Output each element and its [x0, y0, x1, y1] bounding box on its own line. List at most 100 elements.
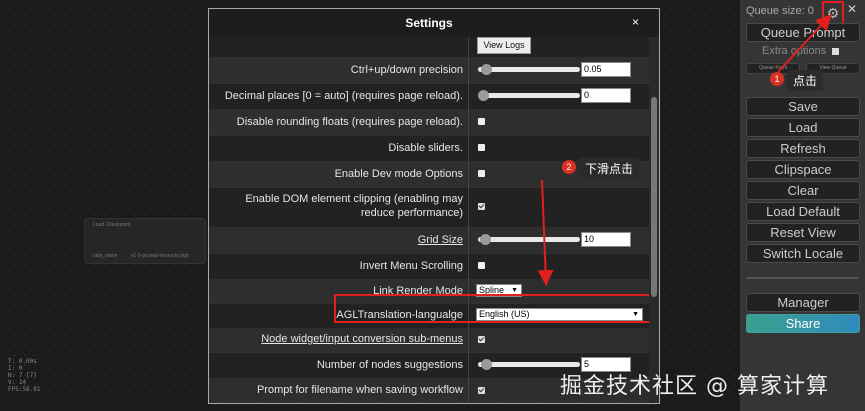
settings-row: Decimal places [0 = auto] (requires page…: [209, 83, 649, 110]
settings-row: Grid Size 10: [209, 227, 649, 254]
scrollbar-thumb[interactable]: [651, 97, 657, 297]
setting-label: Enable Dev mode Options: [334, 168, 463, 180]
setting-label: Enable DOM element clipping (enabling ma…: [245, 193, 463, 205]
precision-input[interactable]: 0.05: [581, 62, 631, 77]
close-icon[interactable]: ✕: [847, 2, 857, 16]
widget-conversion-label: Node widget/input conversion sub-menus: [261, 333, 463, 345]
setting-label: Decimal places [0 = auto] (requires page…: [224, 90, 463, 102]
setting-label-continued: reduce performance): [360, 207, 463, 219]
grid-size-label: Grid Size: [417, 234, 463, 246]
stat-line: FPS:58.81: [8, 386, 41, 393]
save-button[interactable]: Save: [746, 97, 860, 116]
setting-label: Grid Size: [209, 234, 463, 247]
render-stats: T: 0.00s I: 0 N: 7 [7] V: 14 FPS:58.81: [8, 358, 41, 393]
step2-note: 下滑点击: [579, 158, 640, 179]
grid-size-input[interactable]: 10: [581, 232, 631, 247]
settings-row: AGLTranslation-langualge English (US) ▼: [209, 303, 649, 329]
load-button[interactable]: Load: [746, 118, 860, 137]
disable-rounding-checkbox[interactable]: [478, 118, 485, 125]
dialog-title: Settings: [405, 16, 453, 30]
stat-line: N: 7 [7]: [8, 372, 37, 379]
extra-options-checkbox[interactable]: [832, 48, 839, 55]
view-logs-button[interactable]: View Logs: [477, 37, 531, 54]
step2-badge: 2: [562, 160, 576, 174]
queue-prompt-button[interactable]: Queue Prompt: [746, 23, 860, 42]
decimal-places-input[interactable]: 0: [581, 88, 631, 103]
switch-locale-button[interactable]: Switch Locale: [746, 244, 860, 263]
load-default-button[interactable]: Load Default: [746, 202, 860, 221]
disable-sliders-checkbox[interactable]: [478, 144, 485, 151]
dialog-header: Settings ×: [209, 9, 659, 37]
chevron-down-icon: ▼: [632, 311, 639, 318]
menu-divider: [746, 277, 858, 279]
node-title: Load Checkpoint: [93, 222, 131, 228]
widget-conversion-checkbox[interactable]: [478, 336, 485, 343]
gear-icon[interactable]: ⚙: [822, 1, 844, 25]
setting-label: Prompt for filename when saving workflow: [256, 384, 463, 396]
queue-size-label: Queue size: 0: [746, 5, 814, 17]
chevron-down-icon: ▼: [511, 287, 518, 294]
slider-knob[interactable]: [481, 359, 492, 370]
precision-slider[interactable]: [478, 64, 580, 75]
step1-badge: 1: [770, 72, 784, 86]
dev-mode-checkbox[interactable]: [478, 170, 485, 177]
watermark: 掘金技术社区 @ 算家计算: [560, 374, 829, 399]
settings-value-cell: 0.05: [468, 57, 649, 83]
node-suggestions-slider[interactable]: [478, 359, 580, 370]
agl-language-select[interactable]: English (US) ▼: [476, 308, 643, 321]
share-button[interactable]: Share: [746, 314, 860, 333]
settings-value-cell: English (US) ▼: [468, 303, 649, 328]
dialog-scrollbar[interactable]: [649, 37, 659, 403]
settings-list[interactable]: View Logs Ctrl+up/down precision 0.05 De…: [209, 37, 649, 403]
manager-button[interactable]: Manager: [746, 293, 860, 312]
settings-value-cell: 0: [468, 83, 649, 109]
slider-knob[interactable]: [478, 90, 489, 101]
decimal-places-slider[interactable]: [478, 90, 580, 101]
stat-line: I: 0: [8, 365, 23, 372]
clipspace-button[interactable]: Clipspace: [746, 160, 860, 179]
settings-row: Node widget/input conversion sub-menus: [209, 328, 649, 353]
settings-value-cell: [468, 109, 649, 135]
step1-note: 点击: [787, 70, 824, 91]
extra-options-label: Extra options: [762, 45, 827, 57]
settings-row: Link Render Mode Spline ▼: [209, 279, 649, 304]
reset-view-button[interactable]: Reset View: [746, 223, 860, 242]
settings-value-cell: [468, 187, 649, 227]
settings-value-cell: Spline ▼: [468, 279, 649, 303]
setting-label: Node widget/input conversion sub-menus: [209, 333, 463, 346]
slider-knob[interactable]: [480, 234, 491, 245]
invert-scroll-checkbox[interactable]: [478, 262, 485, 269]
slider-knob[interactable]: [481, 64, 492, 75]
clear-button[interactable]: Clear: [746, 181, 860, 200]
dom-clipping-checkbox[interactable]: [478, 203, 485, 210]
setting-label: Link Render Mode: [373, 285, 463, 297]
settings-row: Invert Menu Scrolling: [209, 253, 649, 280]
stat-line: V: 14: [8, 379, 27, 386]
setting-label: AGLTranslation-langualge: [336, 309, 463, 321]
select-value: Spline: [479, 285, 505, 295]
grid-size-slider[interactable]: [478, 234, 580, 245]
setting-label: Number of nodes suggestions: [316, 359, 463, 371]
settings-row: View Logs: [209, 37, 649, 58]
settings-dialog: Settings × View Logs Ctrl+up/down precis…: [208, 8, 660, 404]
settings-value-cell: View Logs: [468, 37, 649, 57]
settings-row: Disable rounding floats (requires page r…: [209, 109, 649, 136]
setting-label: Invert Menu Scrolling: [359, 260, 463, 272]
settings-value-cell: 10: [468, 227, 649, 253]
dialog-close-button[interactable]: ×: [632, 15, 639, 29]
setting-label: Disable rounding floats (requires page r…: [236, 116, 463, 128]
setting-label: Ctrl+up/down precision: [350, 64, 463, 76]
select-value: English (US): [479, 309, 530, 319]
prompt-filename-checkbox[interactable]: [478, 387, 485, 394]
settings-row: Ctrl+up/down precision 0.05: [209, 57, 649, 84]
refresh-button[interactable]: Refresh: [746, 139, 860, 158]
side-menu: Queue size: 0 ⚙ ✕ Queue Prompt Extra opt…: [740, 0, 865, 411]
stat-line: T: 0.00s: [8, 358, 37, 365]
node-widget-value: v1-5-pruned-emaonly.ckpt: [131, 253, 189, 259]
settings-row: Enable DOM element clipping (enabling ma…: [209, 187, 649, 228]
link-render-select[interactable]: Spline ▼: [476, 284, 522, 297]
settings-value-cell: [468, 253, 649, 279]
settings-value-cell: [468, 328, 649, 352]
graph-node[interactable]: Load Checkpoint ckpt_name v1-5-pruned-em…: [84, 218, 206, 264]
node-input-label: ckpt_name: [93, 253, 118, 259]
